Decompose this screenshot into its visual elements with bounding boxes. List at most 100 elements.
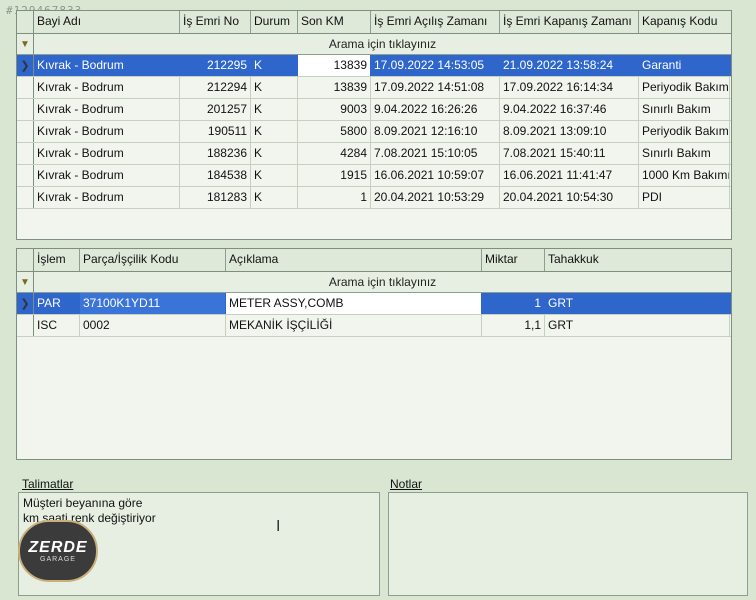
cell-operation[interactable]: PAR (34, 293, 80, 314)
parts-filter-row[interactable]: ▼ Arama için tıklayınız (17, 272, 731, 293)
table-row[interactable]: Kıvrak - Bodrum 181283 K 1 20.04.2021 10… (17, 187, 731, 209)
cell-quantity[interactable]: 1,1 (482, 315, 545, 336)
cell-last-km[interactable]: 1915 (298, 165, 371, 186)
cell-order-no[interactable]: 201257 (180, 99, 251, 120)
row-selector (17, 143, 34, 164)
cell-status[interactable]: K (251, 121, 298, 142)
cell-order-no[interactable]: 181283 (180, 187, 251, 208)
cell-open-time[interactable]: 16.06.2021 10:59:07 (371, 165, 500, 186)
col-open-time[interactable]: İş Emri Açılış Zamanı (371, 11, 500, 33)
cell-description[interactable]: METER ASSY,COMB (226, 293, 482, 314)
col-quantity[interactable]: Miktar (482, 249, 545, 271)
col-accrual[interactable]: Tahakkuk (545, 249, 730, 271)
cell-close-time[interactable]: 17.09.2022 16:14:34 (500, 77, 639, 98)
work-orders-grid[interactable]: Bayi Adı İş Emri No Durum Son KM İş Emri… (16, 10, 732, 240)
text-cursor-icon: I (276, 518, 281, 535)
row-selector (17, 165, 34, 186)
cell-order-no[interactable]: 184538 (180, 165, 251, 186)
notes-textarea[interactable] (388, 492, 748, 596)
cell-order-no[interactable]: 190511 (180, 121, 251, 142)
cell-last-km[interactable]: 4284 (298, 143, 371, 164)
col-close-code[interactable]: Kapanış Kodu (639, 11, 730, 33)
col-order-no[interactable]: İş Emri No (180, 11, 251, 33)
row-selector-header (17, 11, 34, 33)
cell-close-time[interactable]: 8.09.2021 13:09:10 (500, 121, 639, 142)
cell-part-code[interactable]: 0002 (80, 315, 226, 336)
cell-last-km[interactable]: 5800 (298, 121, 371, 142)
cell-dealer[interactable]: Kıvrak - Bodrum (34, 121, 180, 142)
logo: ZERDE GARAGE (18, 520, 98, 582)
current-row-arrow-icon: ❯ (17, 55, 34, 76)
cell-accrual[interactable]: GRT (545, 315, 730, 336)
table-row[interactable]: ❯ Kıvrak - Bodrum 212295 K 13839 17.09.2… (17, 55, 731, 77)
row-selector (17, 99, 34, 120)
cell-last-km[interactable]: 13839 (298, 77, 371, 98)
table-row[interactable]: Kıvrak - Bodrum 212294 K 13839 17.09.202… (17, 77, 731, 99)
cell-dealer[interactable]: Kıvrak - Bodrum (34, 77, 180, 98)
row-selector-header (17, 249, 34, 271)
cell-last-km[interactable]: 9003 (298, 99, 371, 120)
table-row[interactable]: ISC 0002 MEKANİK İŞÇİLİĞİ 1,1 GRT (17, 315, 731, 337)
cell-open-time[interactable]: 20.04.2021 10:53:29 (371, 187, 500, 208)
filter-icon: ▼ (17, 34, 34, 54)
cell-close-code[interactable]: Garanti (639, 55, 730, 76)
col-description[interactable]: Açıklama (226, 249, 482, 271)
cell-close-time[interactable]: 20.04.2021 10:54:30 (500, 187, 639, 208)
table-row[interactable]: Kıvrak - Bodrum 201257 K 9003 9.04.2022 … (17, 99, 731, 121)
cell-close-code[interactable]: 1000 Km Bakımı (639, 165, 730, 186)
col-last-km[interactable]: Son KM (298, 11, 371, 33)
cell-status[interactable]: K (251, 99, 298, 120)
parts-labor-grid[interactable]: İşlem Parça/İşçilik Kodu Açıklama Miktar… (16, 248, 732, 460)
cell-status[interactable]: K (251, 143, 298, 164)
work-orders-filter-row[interactable]: ▼ Arama için tıklayınız (17, 34, 731, 55)
work-orders-header: Bayi Adı İş Emri No Durum Son KM İş Emri… (17, 11, 731, 34)
cell-open-time[interactable]: 17.09.2022 14:53:05 (371, 55, 500, 76)
filter-placeholder[interactable]: Arama için tıklayınız (34, 272, 731, 292)
col-operation[interactable]: İşlem (34, 249, 80, 271)
cell-status[interactable]: K (251, 187, 298, 208)
cell-close-time[interactable]: 16.06.2021 11:41:47 (500, 165, 639, 186)
cell-part-code[interactable]: 37100K1YD11 (80, 293, 226, 314)
cell-close-code[interactable]: Sınırlı Bakım (639, 143, 730, 164)
cell-status[interactable]: K (251, 55, 298, 76)
cell-operation[interactable]: ISC (34, 315, 80, 336)
cell-open-time[interactable]: 7.08.2021 15:10:05 (371, 143, 500, 164)
cell-close-code[interactable]: Periyodik Bakım (639, 121, 730, 142)
cell-dealer[interactable]: Kıvrak - Bodrum (34, 55, 180, 76)
logo-sub: GARAGE (40, 556, 76, 563)
cell-dealer[interactable]: Kıvrak - Bodrum (34, 165, 180, 186)
cell-open-time[interactable]: 8.09.2021 12:16:10 (371, 121, 500, 142)
filter-placeholder[interactable]: Arama için tıklayınız (34, 34, 731, 54)
cell-open-time[interactable]: 9.04.2022 16:26:26 (371, 99, 500, 120)
cell-dealer[interactable]: Kıvrak - Bodrum (34, 99, 180, 120)
cell-accrual[interactable]: GRT (545, 293, 730, 314)
cell-close-code[interactable]: Sınırlı Bakım (639, 99, 730, 120)
parts-header: İşlem Parça/İşçilik Kodu Açıklama Miktar… (17, 249, 731, 272)
cell-order-no[interactable]: 212295 (180, 55, 251, 76)
cell-dealer[interactable]: Kıvrak - Bodrum (34, 143, 180, 164)
table-row[interactable]: Kıvrak - Bodrum 190511 K 5800 8.09.2021 … (17, 121, 731, 143)
col-dealer-name[interactable]: Bayi Adı (34, 11, 180, 33)
cell-close-time[interactable]: 9.04.2022 16:37:46 (500, 99, 639, 120)
cell-close-time[interactable]: 7.08.2021 15:40:11 (500, 143, 639, 164)
cell-dealer[interactable]: Kıvrak - Bodrum (34, 187, 180, 208)
cell-status[interactable]: K (251, 165, 298, 186)
cell-open-time[interactable]: 17.09.2022 14:51:08 (371, 77, 500, 98)
table-row[interactable]: ❯ PAR 37100K1YD11 METER ASSY,COMB 1 GRT (17, 293, 731, 315)
cell-order-no[interactable]: 188236 (180, 143, 251, 164)
cell-order-no[interactable]: 212294 (180, 77, 251, 98)
cell-close-time[interactable]: 21.09.2022 13:58:24 (500, 55, 639, 76)
cell-close-code[interactable]: Periyodik Bakım (639, 77, 730, 98)
table-row[interactable]: Kıvrak - Bodrum 184538 K 1915 16.06.2021… (17, 165, 731, 187)
cell-description[interactable]: MEKANİK İŞÇİLİĞİ (226, 315, 482, 336)
table-row[interactable]: Kıvrak - Bodrum 188236 K 4284 7.08.2021 … (17, 143, 731, 165)
cell-close-code[interactable]: PDI (639, 187, 730, 208)
row-selector (17, 77, 34, 98)
col-part-code[interactable]: Parça/İşçilik Kodu (80, 249, 226, 271)
cell-status[interactable]: K (251, 77, 298, 98)
col-close-time[interactable]: İş Emri Kapanış Zamanı (500, 11, 639, 33)
cell-last-km[interactable]: 13839 (298, 55, 371, 76)
cell-quantity[interactable]: 1 (482, 293, 545, 314)
cell-last-km[interactable]: 1 (298, 187, 371, 208)
col-status[interactable]: Durum (251, 11, 298, 33)
